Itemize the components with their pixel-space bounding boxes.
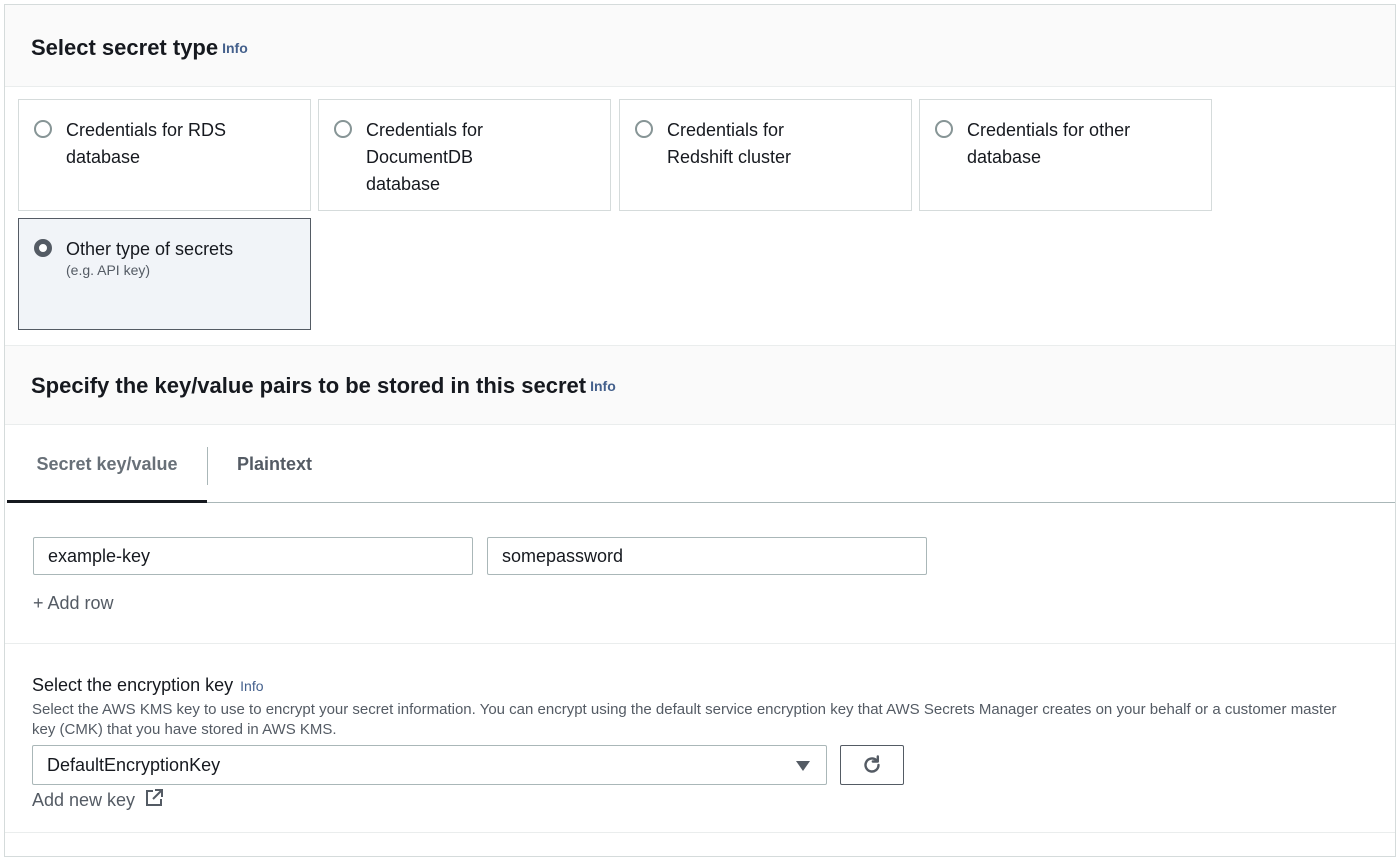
radio-button[interactable] [334, 120, 352, 138]
secret-format-tabs: Secret key/value Plaintext [7, 425, 1395, 503]
key-value-info-link[interactable]: Info [590, 378, 616, 394]
secret-type-option-other-secrets[interactable]: Other type of secrets (e.g. API key) [18, 218, 311, 330]
encryption-key-selected-value: DefaultEncryptionKey [47, 755, 221, 775]
encryption-key-label: Select the encryption key Info [32, 675, 264, 696]
encryption-key-label-text: Select the encryption key [32, 675, 234, 695]
add-new-key-link[interactable]: Add new key [32, 788, 164, 811]
encryption-key-description: Select the AWS KMS key to use to encrypt… [32, 701, 1337, 738]
encryption-info-link[interactable]: Info [240, 678, 263, 694]
option-label: Credentials for DocumentDB database [366, 120, 484, 194]
secret-key-input[interactable]: example-key [33, 537, 473, 575]
option-label: Credentials for other database [967, 120, 1131, 167]
option-sublabel: (e.g. API key) [66, 262, 151, 278]
secret-type-info-link[interactable]: Info [222, 40, 248, 56]
tab-secret-key-value[interactable]: Secret key/value [7, 425, 207, 503]
secret-type-option-other-database[interactable]: Credentials for other database [919, 99, 1212, 211]
key-value-title: Specify the key/value pairs to be stored… [31, 373, 616, 399]
secret-value-input[interactable]: somepassword [487, 537, 927, 575]
add-new-key-label: Add new key [32, 790, 136, 810]
radio-button[interactable] [34, 120, 52, 138]
secret-type-title-text: Select secret type [31, 35, 219, 60]
radio-button[interactable] [935, 120, 953, 138]
radio-button[interactable] [635, 120, 653, 138]
caret-down-icon [796, 761, 810, 771]
option-label: Credentials for Redshift cluster [667, 120, 792, 167]
key-value-title-text: Specify the key/value pairs to be stored… [31, 373, 587, 398]
external-link-icon [146, 789, 164, 806]
divider [5, 832, 1395, 833]
secret-form-panel: Select secret type Info Credentials for R… [4, 4, 1396, 857]
tab-divider [207, 447, 208, 485]
key-value-header: Specify the key/value pairs to be stored… [5, 345, 1395, 425]
secret-type-option-redshift[interactable]: Credentials for Redshift cluster [619, 99, 912, 211]
option-label: Credentials for RDS database [66, 120, 227, 167]
refresh-icon [864, 755, 880, 773]
tab-plaintext[interactable]: Plaintext [237, 425, 312, 503]
secret-type-option-rds[interactable]: Credentials for RDS database [18, 99, 311, 211]
secret-type-header: Select secret type Info [5, 5, 1395, 87]
secret-type-title: Select secret type Info [31, 35, 248, 61]
radio-button-selected[interactable] [34, 239, 52, 257]
divider [5, 643, 1395, 644]
option-label: Other type of secrets [66, 239, 234, 259]
refresh-button[interactable] [840, 745, 904, 785]
add-row-button[interactable]: + Add row [33, 593, 114, 614]
encryption-key-select[interactable]: DefaultEncryptionKey [32, 745, 827, 785]
secret-type-option-documentdb[interactable]: Credentials for DocumentDB database [318, 99, 611, 211]
